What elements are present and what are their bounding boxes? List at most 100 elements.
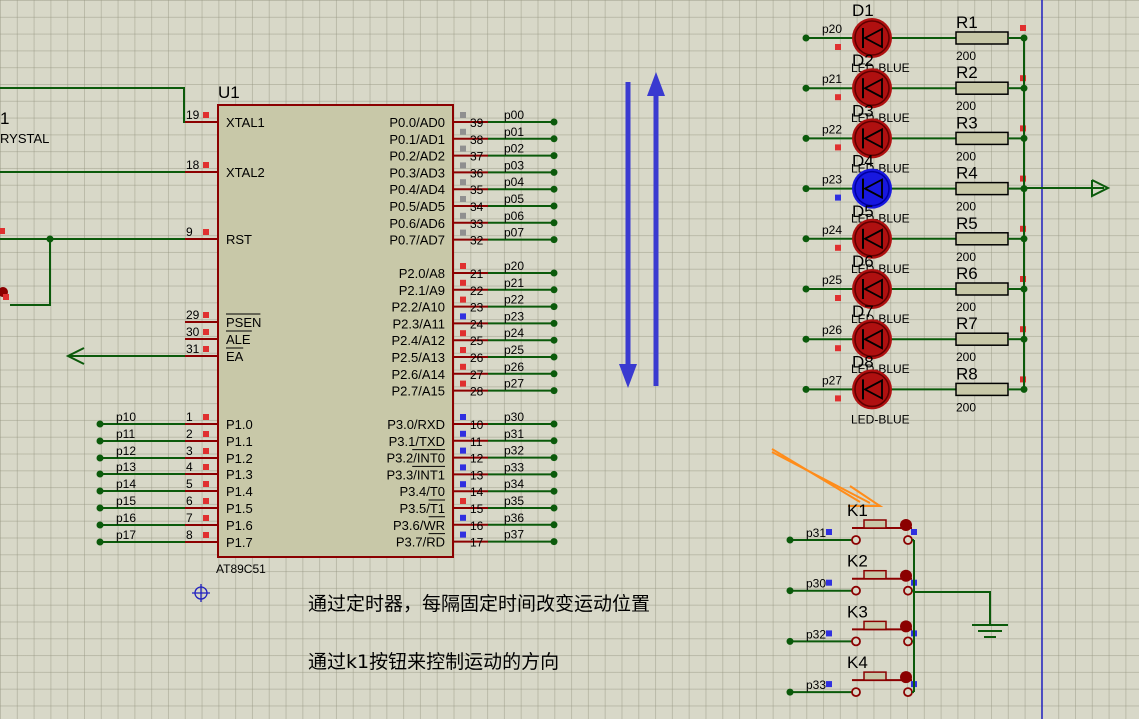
chip-u1[interactable]: U1 AT89C51 19 XTAL118 XTAL29 RST29 PSEN30 ALE… — [96, 83, 558, 576]
net-label: p36 — [504, 511, 524, 525]
led-row-8: p27D8LED-BLUER8200 — [802, 352, 1028, 426]
pin-name: EA — [226, 349, 244, 364]
net-label: p25 — [504, 343, 524, 357]
net-label: p23 — [504, 309, 524, 323]
pin-number: 14 — [470, 485, 484, 499]
resistor-ref: R4 — [956, 164, 978, 183]
pin-number: 39 — [470, 116, 484, 130]
pin-name: P0.7/AD7 — [389, 233, 445, 248]
pin-number: 22 — [470, 284, 484, 298]
pin-number: 28 — [470, 385, 484, 399]
pin-name: RST — [226, 232, 252, 247]
pin-name: P0.3/AD3 — [389, 165, 445, 180]
pin-number: 25 — [470, 334, 484, 348]
pin-number: 34 — [470, 200, 484, 214]
button-k4[interactable]: p33 K4 — [786, 653, 918, 697]
led-net-label: p26 — [822, 323, 842, 337]
net-label: p32 — [504, 444, 524, 458]
chip-left-pins: 19 XTAL1 18 XTAL2 9 RST 29 PSEN 30 ALE 31 EA 1 P1.0 p1… — [96, 108, 265, 550]
pin-name: P2.7/A15 — [392, 384, 446, 399]
pin-name: P1.4 — [226, 484, 253, 499]
pin-name: P3.3/INT1 — [386, 467, 445, 482]
net-label: p15 — [116, 494, 136, 508]
net-label: p16 — [116, 511, 136, 525]
pin-number: 32 — [470, 234, 484, 248]
pin-name: P1.6 — [226, 518, 253, 533]
pin-name: P2.1/A9 — [399, 283, 445, 298]
pin-number: 26 — [470, 351, 484, 365]
net-label: p34 — [504, 477, 524, 491]
net-label: p27 — [504, 377, 524, 391]
net-label: p06 — [504, 209, 524, 223]
net-label: p10 — [116, 410, 136, 424]
led-ref: D2 — [852, 51, 874, 70]
resistor-value: 200 — [956, 149, 976, 163]
net-label: p11 — [116, 427, 135, 441]
resistor-r3[interactable]: R3 200 — [955, 113, 1028, 163]
button-net-label: p32 — [806, 627, 826, 641]
pin-name: P0.6/AD6 — [389, 216, 445, 231]
pin-name: P3.7/RD — [396, 535, 445, 550]
led-ref: D8 — [852, 352, 874, 371]
net-label: p07 — [504, 226, 524, 240]
button-k2[interactable]: p30 K2 — [786, 552, 918, 596]
net-label: p12 — [116, 444, 136, 458]
led-net-label: p24 — [822, 223, 842, 237]
net-label: p35 — [504, 494, 524, 508]
pin-name: P3.4/T0 — [399, 484, 445, 499]
pin-number: 3 — [186, 444, 193, 458]
resistor-r4[interactable]: R4 200 — [955, 164, 1028, 214]
button-k3[interactable]: p32 K3 — [786, 602, 918, 647]
chip-ref: U1 — [218, 83, 240, 102]
led-ref: D1 — [852, 1, 874, 20]
pin-number: 12 — [470, 452, 484, 466]
resistor-ref: R1 — [956, 13, 978, 32]
chip-part: AT89C51 — [216, 562, 266, 576]
pin-name: ALE — [226, 332, 251, 347]
button-common-line — [913, 540, 991, 692]
net-label: p01 — [504, 125, 524, 139]
button-net-label: p33 — [806, 678, 826, 692]
resistor-ref: R5 — [956, 214, 978, 233]
resistor-ref: R2 — [956, 63, 978, 82]
crystal-part: RYSTAL — [0, 131, 49, 146]
net-label: p05 — [504, 192, 524, 206]
resistor-r6[interactable]: R6 200 — [955, 264, 1028, 314]
button-k1[interactable]: p31 K1 — [786, 501, 918, 545]
resistor-value: 200 — [956, 350, 976, 364]
pin-name: P1.1 — [226, 434, 253, 449]
led-ref: D7 — [852, 302, 874, 321]
button-ref: K4 — [847, 653, 868, 672]
led-ref: D5 — [852, 202, 874, 221]
led-row-3: p22D3LED-BLUER3200 — [802, 101, 1028, 175]
pin-number: 9 — [186, 225, 193, 239]
button-ref: K3 — [847, 602, 868, 621]
pin-name: P0.1/AD1 — [389, 132, 445, 147]
led-net-label: p20 — [822, 22, 842, 36]
pin-number: 7 — [186, 511, 193, 525]
pin-name: P2.4/A12 — [392, 333, 446, 348]
pin-name: P0.4/AD4 — [389, 182, 445, 197]
crystal-ref: 1 — [0, 109, 9, 128]
resistor-ref: R6 — [956, 264, 978, 283]
pin-name: P3.5/T1 — [399, 501, 445, 516]
chip-right-pins: 39 p00 P0.0/AD0 38 p01 P0.1/AD1 37 p02 P0.2/AD2 3… — [386, 108, 558, 550]
resistor-r7[interactable]: R7 200 — [955, 314, 1028, 364]
led-row-6: p25D6LED-BLUER6200 — [802, 252, 1028, 326]
led-d8-icon[interactable] — [852, 369, 892, 410]
resistor-r1[interactable]: R1 200 — [955, 13, 1028, 63]
led-part: LED-BLUE — [851, 412, 910, 426]
resistor-r5[interactable]: R5 200 — [955, 214, 1028, 264]
pin-number: 8 — [186, 528, 193, 542]
button-ref: K2 — [847, 552, 868, 571]
net-label: p02 — [504, 142, 524, 156]
button-net-label: p30 — [806, 577, 826, 591]
resistor-r8[interactable]: R8 200 — [955, 364, 1028, 414]
resistor-r2[interactable]: R2 200 — [955, 63, 1028, 113]
up-arrow-head — [647, 72, 665, 96]
pin-number: 1 — [186, 410, 193, 424]
led-ref: D3 — [852, 101, 874, 120]
resistor-value: 200 — [956, 250, 976, 264]
pin-name: P3.0/RXD — [387, 417, 445, 432]
pin-name: P0.0/AD0 — [389, 115, 445, 130]
